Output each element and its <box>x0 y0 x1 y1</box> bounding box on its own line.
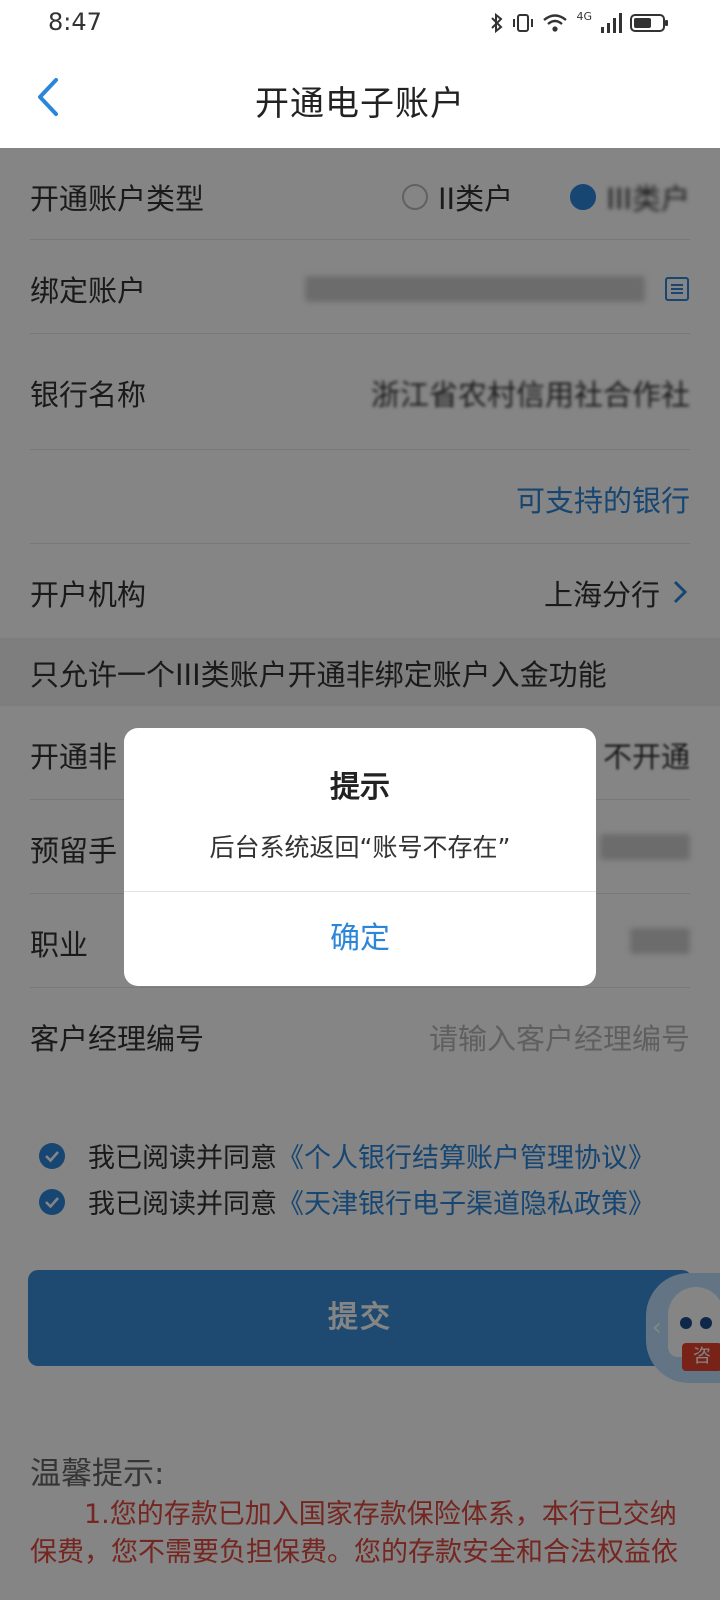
bluetooth-icon <box>491 12 503 34</box>
dialog-message: 后台系统返回“账号不存在” <box>209 833 511 862</box>
confirm-button[interactable]: 确定 <box>124 892 596 986</box>
network-type-label: 4G <box>576 9 592 23</box>
page-title: 开通电子账户 <box>255 84 465 124</box>
status-bar: 8:47 4G <box>0 0 720 46</box>
dialog-title: 提示 <box>330 770 390 805</box>
vibrate-icon <box>513 14 534 32</box>
status-icons: 4G <box>490 10 670 36</box>
wifi-icon <box>543 14 568 32</box>
status-time: 8:47 <box>48 8 102 36</box>
signal-icon <box>601 13 622 33</box>
battery-icon <box>630 14 668 32</box>
nav-bar: 开通电子账户 <box>0 46 720 148</box>
alert-dialog: 提示 后台系统返回“账号不存在” 确定 <box>124 728 596 986</box>
